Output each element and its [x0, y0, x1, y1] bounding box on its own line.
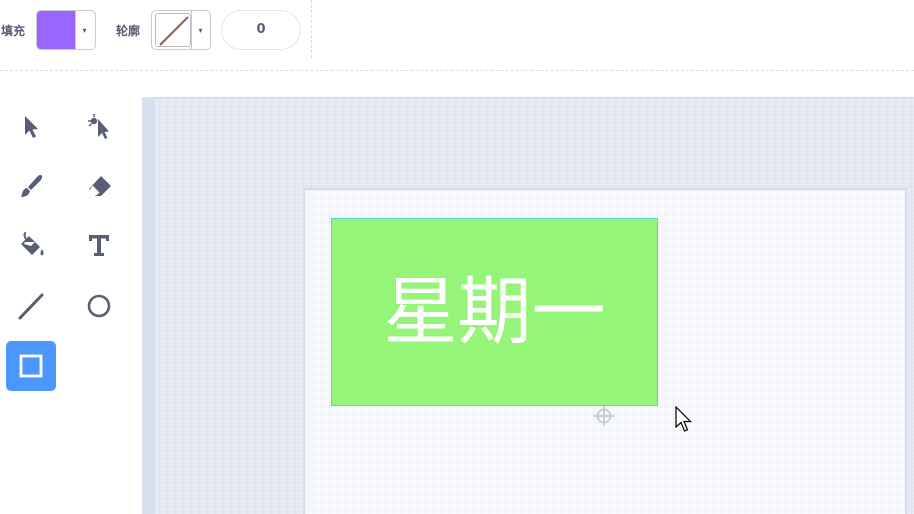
- stroke-width-input[interactable]: 0: [221, 10, 301, 50]
- reshape-icon: [88, 114, 109, 139]
- rectangle-icon: [19, 354, 43, 378]
- select-arrow-icon: [25, 116, 38, 138]
- tool-brush[interactable]: [6, 161, 56, 211]
- fill-color-swatch[interactable]: [37, 11, 75, 49]
- outline-label: 轮廓: [116, 24, 141, 38]
- chevron-down-icon[interactable]: ▾: [191, 11, 209, 49]
- shape-text[interactable]: 星期一: [331, 264, 658, 360]
- fill-color-picker[interactable]: ▾: [36, 10, 96, 50]
- fill-label: 填充: [1, 24, 26, 38]
- circle-icon: [87, 294, 111, 318]
- mouse-cursor-icon: [675, 406, 692, 432]
- tool-fill[interactable]: [6, 220, 56, 270]
- toolbar-divider: [311, 0, 312, 58]
- tool-rectangle[interactable]: [6, 341, 56, 391]
- paint-toolbar: 填充 ▾ 轮廓 ▾ 0: [0, 0, 914, 71]
- no-color-swatch-icon[interactable]: [155, 13, 191, 47]
- canvas-scroll-strip: [142, 97, 155, 514]
- tool-circle[interactable]: [74, 281, 124, 331]
- tool-reshape[interactable]: [74, 101, 124, 151]
- text-icon: [89, 235, 109, 256]
- tool-select[interactable]: [6, 101, 56, 151]
- tool-text[interactable]: [74, 220, 124, 270]
- line-icon: [18, 293, 44, 320]
- tool-line[interactable]: [6, 281, 56, 331]
- outline-color-picker[interactable]: ▾: [151, 10, 211, 50]
- tool-eraser[interactable]: [74, 161, 124, 211]
- chevron-down-icon[interactable]: ▾: [75, 11, 93, 49]
- paint-bucket-icon: [21, 232, 44, 256]
- center-crosshair-icon: [594, 406, 614, 426]
- brush-icon: [21, 174, 43, 197]
- eraser-icon: [89, 176, 111, 196]
